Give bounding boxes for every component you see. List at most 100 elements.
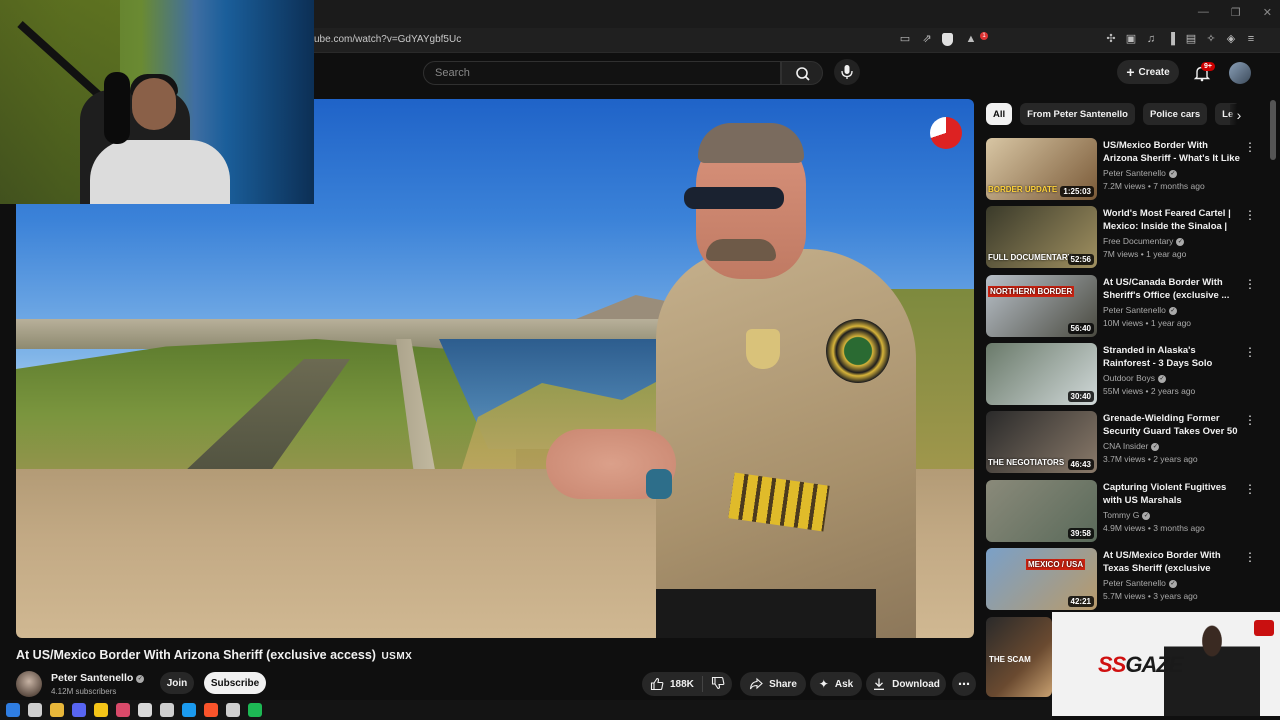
url-text[interactable]: ube.com/watch?v=GdYAYgbf5Uc — [314, 34, 461, 45]
rec-title[interactable]: US/Mexico Border With Arizona Sheriff - … — [1103, 139, 1241, 166]
share-page-icon[interactable]: ⇗ — [920, 32, 934, 46]
windows-start-icon[interactable] — [6, 703, 20, 717]
kebab-menu-icon[interactable]: ⋮ — [1244, 413, 1256, 427]
list-item[interactable]: THE NEGOTIATORS 46:43 Grenade-Wielding F… — [986, 411, 1256, 475]
video-thumbnail[interactable]: 30:40 — [986, 343, 1097, 405]
brave-browser-icon[interactable] — [204, 703, 218, 717]
video-thumbnail[interactable]: FULL DOCUMENTARY 52:56 — [986, 206, 1097, 268]
kebab-menu-icon[interactable]: ⋮ — [1244, 345, 1256, 359]
channel-avatar[interactable] — [16, 671, 42, 697]
taskbar-search-icon[interactable] — [28, 703, 42, 717]
dislike-button[interactable] — [703, 676, 733, 693]
thumbnail-caption: MEXICO / USA — [1026, 559, 1086, 570]
video-thumbnail[interactable]: THE NEGOTIATORS 46:43 — [986, 411, 1097, 473]
rec-title[interactable]: World's Most Feared Cartel | Mexico: Ins… — [1103, 207, 1241, 234]
kebab-menu-icon[interactable]: ⋮ — [1244, 140, 1256, 154]
app-icon-gray[interactable] — [160, 703, 174, 717]
create-button[interactable]: + Create — [1117, 60, 1179, 84]
brave-shield-icon[interactable] — [942, 32, 956, 46]
cast-icon[interactable]: ▭ — [898, 32, 912, 46]
list-item[interactable]: 39:58 Capturing Violent Fugitives with U… — [986, 480, 1256, 544]
search-button[interactable] — [781, 61, 823, 85]
search-input[interactable]: Search — [423, 61, 781, 85]
rec-title[interactable]: Grenade-Wielding Former Security Guard T… — [1103, 412, 1241, 439]
menu-icon[interactable]: ≡ — [1244, 32, 1258, 46]
extensions-icon[interactable]: ✣ — [1104, 32, 1118, 46]
like-button[interactable]: 188K — [642, 676, 703, 692]
chip-police-cars[interactable]: Police cars — [1142, 103, 1208, 125]
chip-from-channel[interactable]: From Peter Santenello — [1020, 103, 1135, 125]
app-icon-light[interactable] — [226, 703, 240, 717]
rec-channel[interactable]: Free Documentary ✓ — [1103, 236, 1185, 246]
rewards-icon[interactable]: ▲ — [964, 32, 978, 46]
download-button[interactable]: Download — [866, 672, 946, 696]
close-icon[interactable]: ✕ — [1263, 6, 1272, 19]
join-button[interactable]: Join — [160, 672, 194, 694]
video-thumbnail[interactable]: NORTHERN BORDER 56:40 — [986, 275, 1097, 337]
rec-title[interactable]: Capturing Violent Fugitives with US Mars… — [1103, 481, 1241, 507]
chip-all[interactable]: All — [986, 103, 1013, 125]
rec-channel-text[interactable]: Peter Santenello — [1103, 578, 1166, 588]
rec-channel-text[interactable]: Tommy G — [1103, 510, 1139, 520]
rec-channel-text[interactable]: Outdoor Boys — [1103, 373, 1155, 383]
more-actions-button[interactable]: ⋯ — [952, 672, 976, 696]
rec-channel[interactable]: Outdoor Boys ✓ — [1103, 373, 1166, 383]
rec-channel[interactable]: Peter Santenello ✓ — [1103, 578, 1177, 588]
steam-icon[interactable] — [182, 703, 196, 717]
video-thumbnail[interactable]: 39:58 — [986, 480, 1097, 542]
restore-icon[interactable]: ❐ — [1231, 6, 1241, 19]
list-item[interactable]: MEXICO / USA 42:21 At US/Mexico Border W… — [986, 548, 1256, 612]
like-count: 188K — [670, 678, 694, 690]
rec-title[interactable]: Stranded in Alaska's Rainforest - 3 Days… — [1103, 344, 1241, 371]
list-item[interactable]: 30:40 Stranded in Alaska's Rainforest - … — [986, 343, 1256, 407]
subscribe-button[interactable]: Subscribe — [204, 672, 266, 694]
kebab-menu-icon[interactable]: ⋮ — [1244, 208, 1256, 222]
county-patch-icon — [826, 319, 890, 383]
kebab-menu-icon[interactable]: ⋮ — [1244, 550, 1256, 564]
duration-badge: 52:56 — [1067, 254, 1094, 265]
app-icon-pink[interactable] — [116, 703, 130, 717]
video-title-tag[interactable]: USMX — [381, 651, 412, 662]
video-thumbnail-partial[interactable]: THE SCAM — [986, 617, 1052, 697]
obs-icon[interactable] — [138, 703, 152, 717]
channel-name-text[interactable]: Peter Santenello — [51, 672, 133, 684]
rec-channel[interactable]: Tommy G ✓ — [1103, 510, 1151, 520]
rec-title[interactable]: At US/Mexico Border With Texas Sheriff (… — [1103, 549, 1241, 576]
list-item[interactable]: NORTHERN BORDER 56:40 At US/Canada Borde… — [986, 275, 1256, 339]
rec-channel[interactable]: CNA Insider ✓ — [1103, 441, 1160, 451]
screenshot-icon[interactable]: ▣ — [1124, 32, 1138, 46]
vpn-icon[interactable]: ◈ — [1224, 32, 1238, 46]
app-icon-yellow[interactable] — [94, 703, 108, 717]
rec-channel-text[interactable]: Peter Santenello — [1103, 305, 1166, 315]
voice-search-button[interactable] — [834, 59, 860, 85]
file-explorer-icon[interactable] — [50, 703, 64, 717]
channel-name[interactable]: Peter Santenello ✓ — [51, 672, 145, 684]
kebab-menu-icon[interactable]: ⋮ — [1244, 277, 1256, 291]
kebab-menu-icon[interactable]: ⋮ — [1244, 482, 1256, 496]
share-button[interactable]: Share — [740, 672, 806, 696]
discord-icon[interactable] — [72, 703, 86, 717]
ask-label: Ask — [834, 678, 854, 690]
rec-channel[interactable]: Peter Santenello ✓ — [1103, 305, 1177, 315]
rec-channel-text[interactable]: Peter Santenello — [1103, 168, 1166, 178]
media-icon[interactable]: ♫ — [1144, 32, 1158, 46]
video-thumbnail[interactable]: BORDER UPDATE 1:25:03 — [986, 138, 1097, 200]
chips-next-chevron-icon[interactable]: › — [1230, 104, 1248, 126]
list-item[interactable]: BORDER UPDATE 1:25:03 US/Mexico Border W… — [986, 138, 1256, 202]
video-thumbnail[interactable]: MEXICO / USA 42:21 — [986, 548, 1097, 610]
wallet-icon[interactable]: ▤ — [1184, 32, 1198, 46]
record-indicator-icon — [1254, 620, 1274, 636]
sidebar-scrollbar[interactable] — [1270, 100, 1276, 160]
minimize-icon[interactable]: — — [1198, 6, 1209, 19]
channel-watermark-icon[interactable] — [930, 117, 962, 149]
sidebar-icon[interactable]: ▐ — [1164, 32, 1178, 46]
rec-channel-text[interactable]: CNA Insider — [1103, 441, 1148, 451]
list-item[interactable]: FULL DOCUMENTARY 52:56 World's Most Fear… — [986, 206, 1256, 270]
account-avatar[interactable] — [1229, 62, 1251, 84]
spotify-icon[interactable] — [248, 703, 262, 717]
rec-channel-text[interactable]: Free Documentary — [1103, 236, 1173, 246]
ask-button[interactable]: ✦ Ask — [810, 672, 862, 696]
leo-icon[interactable]: ✧ — [1204, 32, 1218, 46]
rec-title[interactable]: At US/Canada Border With Sheriff's Offic… — [1103, 276, 1241, 302]
rec-channel[interactable]: Peter Santenello ✓ — [1103, 168, 1177, 178]
